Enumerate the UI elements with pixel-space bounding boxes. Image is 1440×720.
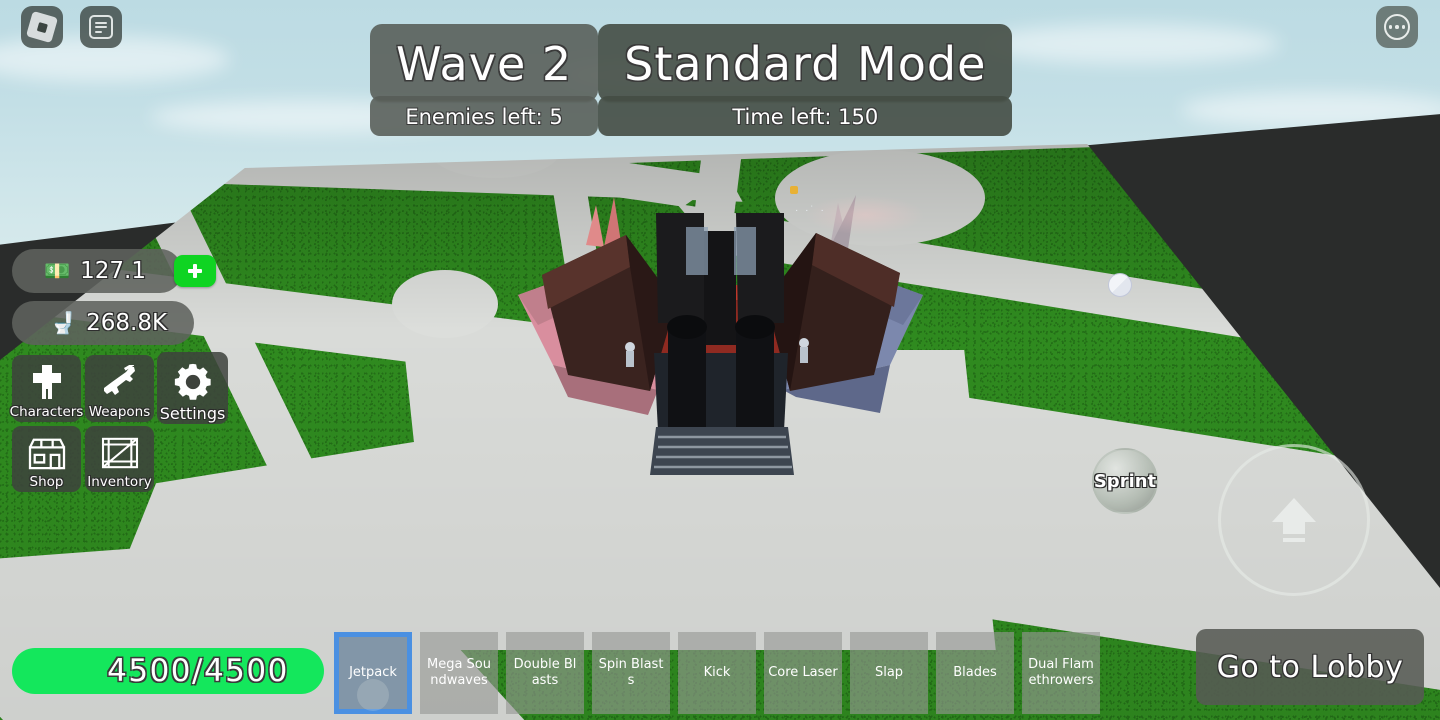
money-icon: 💵 bbox=[44, 259, 71, 283]
go-to-lobby-button[interactable]: Go to Lobby bbox=[1196, 629, 1424, 705]
health-bar: 4500/4500 bbox=[12, 648, 324, 694]
shop-label: Shop bbox=[29, 474, 64, 490]
hotbar-slot-blades[interactable]: Blades bbox=[936, 632, 1014, 714]
time-left-text: Time left: 150 bbox=[732, 105, 879, 129]
settings-button[interactable]: Settings bbox=[157, 352, 228, 424]
ability-hotbar: Jetpack Mega Soundwaves Double Blasts Sp… bbox=[334, 632, 1100, 714]
inventory-label: Inventory bbox=[87, 474, 152, 490]
wave-panel: Wave 2 Enemies left: 5 bbox=[370, 24, 599, 136]
toilet-pill[interactable]: 🚽 268.8K bbox=[12, 301, 194, 345]
cash-pill[interactable]: 💵 127.1 bbox=[12, 249, 182, 293]
go-to-lobby-label: Go to Lobby bbox=[1216, 649, 1404, 685]
roblox-home-button[interactable] bbox=[21, 6, 63, 48]
hotbar-slot-double-blasts[interactable]: Double Blasts bbox=[506, 632, 584, 714]
sprint-label: Sprint bbox=[1093, 470, 1157, 492]
pointer-dot bbox=[1108, 273, 1132, 297]
add-cash-button[interactable] bbox=[174, 255, 216, 287]
settings-label: Settings bbox=[159, 404, 226, 423]
hotbar-slot-mega-soundwaves[interactable]: Mega Soundwaves bbox=[420, 632, 498, 714]
more-options-button[interactable] bbox=[1376, 6, 1418, 48]
mode-panel: Standard Mode Time left: 150 bbox=[598, 24, 1013, 136]
toilet-icon: 🚽 bbox=[50, 311, 77, 335]
up-arrow-icon bbox=[1272, 498, 1316, 542]
match-status-panels: Wave 2 Enemies left: 5 Standard Mode Tim… bbox=[370, 24, 1013, 136]
cash-amount: 127.1 bbox=[80, 258, 147, 284]
mode-panel-bottom: Time left: 150 bbox=[598, 96, 1013, 136]
hotbar-slot-kick[interactable]: Kick bbox=[678, 632, 756, 714]
wave-title: Wave 2 bbox=[396, 37, 573, 91]
rifle-icon bbox=[98, 360, 142, 404]
character-icon bbox=[27, 360, 67, 404]
hotbar-slot-label: Dual Flamethrowers bbox=[1028, 657, 1094, 688]
wave-panel-bottom: Enemies left: 5 bbox=[370, 96, 599, 136]
wave-panel-top: Wave 2 bbox=[370, 24, 599, 102]
chat-button[interactable] bbox=[80, 6, 122, 48]
gear-icon bbox=[172, 357, 214, 406]
game-screen: · ·˙ · Wave 2 Enemies left: 5 Standard M… bbox=[0, 0, 1440, 720]
enemies-left-text: Enemies left: 5 bbox=[405, 105, 563, 129]
hotbar-slot-jetpack[interactable]: Jetpack bbox=[334, 632, 412, 714]
mode-panel-top: Standard Mode bbox=[598, 24, 1013, 102]
toilet-amount: 268.8K bbox=[86, 310, 168, 336]
hotbar-slot-slap[interactable]: Slap bbox=[850, 632, 928, 714]
sprint-button[interactable]: Sprint bbox=[1092, 448, 1158, 514]
hotbar-slot-label: Core Laser bbox=[768, 665, 838, 680]
roblox-logo-icon bbox=[25, 10, 59, 44]
characters-label: Characters bbox=[9, 404, 84, 420]
hotbar-slot-label: Jetpack bbox=[349, 665, 397, 680]
inventory-button[interactable]: Inventory bbox=[85, 426, 154, 492]
chat-icon bbox=[89, 15, 113, 39]
characters-button[interactable]: Characters bbox=[9, 355, 84, 422]
hotbar-slot-dual-flamethrowers[interactable]: Dual Flamethrowers bbox=[1022, 632, 1100, 714]
storefront-icon bbox=[26, 431, 68, 474]
hotbar-slot-label: Slap bbox=[874, 665, 904, 680]
ellipsis-icon bbox=[1384, 14, 1410, 40]
hotbar-slot-label: Blades bbox=[953, 665, 997, 680]
jump-button[interactable] bbox=[1218, 444, 1370, 596]
hotbar-slot-label: Double Blasts bbox=[513, 657, 577, 688]
shop-button[interactable]: Shop bbox=[12, 426, 81, 492]
mode-title: Standard Mode bbox=[624, 37, 987, 91]
crate-icon bbox=[100, 431, 140, 474]
health-text: 4500/4500 bbox=[107, 653, 289, 689]
hotbar-slot-label: Spin Blasts bbox=[598, 657, 664, 688]
hotbar-slot-core-laser[interactable]: Core Laser bbox=[764, 632, 842, 714]
hotbar-slot-label: Kick bbox=[703, 665, 731, 680]
hotbar-slot-label: Mega Soundwaves bbox=[426, 657, 491, 688]
weapons-button[interactable]: Weapons bbox=[85, 355, 154, 422]
hotbar-slot-spin-blasts[interactable]: Spin Blasts bbox=[592, 632, 670, 714]
weapons-label: Weapons bbox=[88, 404, 151, 420]
hud-overlay: Wave 2 Enemies left: 5 Standard Mode Tim… bbox=[0, 0, 1440, 720]
